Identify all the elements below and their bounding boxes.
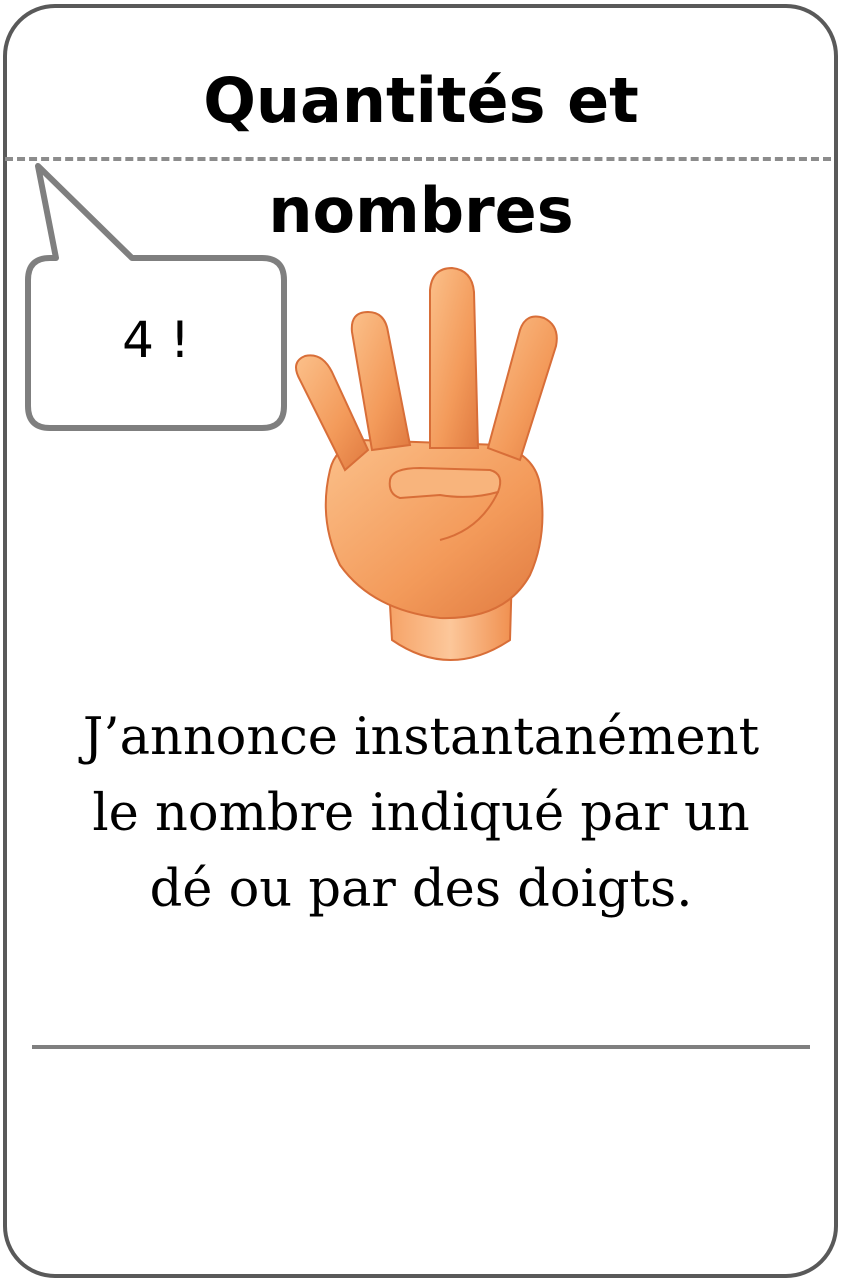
bottom-divider xyxy=(32,1045,810,1049)
hand-four-fingers-icon xyxy=(295,266,558,661)
card-description: J’annonce instantanément le nombre indiq… xyxy=(82,708,760,919)
